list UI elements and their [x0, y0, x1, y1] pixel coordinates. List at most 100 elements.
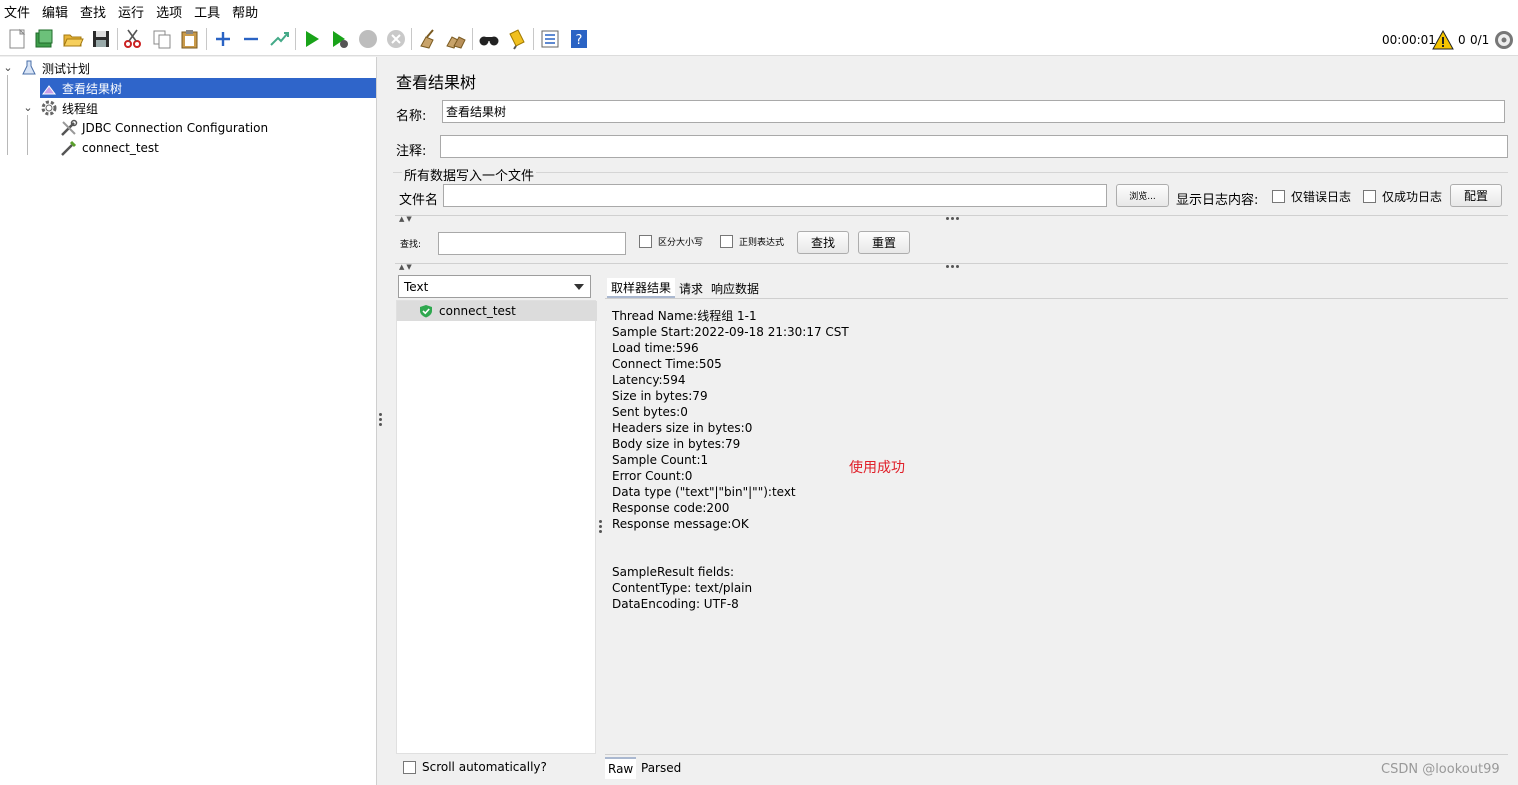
- test-plan-icon: [20, 59, 38, 77]
- warning-count: 0: [1458, 33, 1466, 47]
- menu-help[interactable]: 帮助: [232, 2, 264, 21]
- result-line: Thread Name:线程组 1-1: [612, 309, 757, 323]
- reset-button[interactable]: 重置: [858, 231, 910, 254]
- success-shield-icon: [419, 304, 433, 321]
- tree-item-jdbc-config[interactable]: JDBC Connection Configuration: [60, 118, 268, 138]
- success-annotation: 使用成功: [849, 460, 905, 476]
- render-mode-tabs: Raw Parsed: [605, 754, 1508, 785]
- tree-item-view-results-tree[interactable]: 查看结果树: [40, 78, 376, 98]
- cut-icon[interactable]: [121, 27, 145, 51]
- comment-field[interactable]: [440, 135, 1508, 158]
- templates-icon[interactable]: [32, 27, 56, 51]
- menu-run[interactable]: 运行: [118, 2, 150, 21]
- search-icon[interactable]: [477, 27, 501, 51]
- config-tools-icon: [60, 119, 78, 137]
- main-splitter[interactable]: [377, 57, 385, 785]
- result-line: Body size in bytes:79: [612, 437, 741, 451]
- tree-toggle-thread-group[interactable]: ⌄: [22, 101, 34, 114]
- copy-icon[interactable]: [150, 27, 174, 51]
- result-line: Size in bytes:79: [612, 389, 708, 403]
- expand-icon[interactable]: [211, 27, 235, 51]
- find-button[interactable]: 查找: [797, 231, 849, 254]
- case-sensitive-checkbox[interactable]: 区分大小写: [639, 235, 703, 248]
- log-content-label: 显示日志内容:: [1176, 193, 1259, 208]
- paste-icon[interactable]: [178, 27, 202, 51]
- test-plan-tree: ⌄ 测试计划 查看结果树 ⌄ 线程组 JDBC Connection Confi…: [0, 57, 377, 785]
- sample-list: connect_test: [396, 300, 597, 754]
- scroll-automatically-checkbox[interactable]: Scroll automatically?: [403, 760, 547, 774]
- results-splitter[interactable]: ▲▼: [395, 263, 1508, 271]
- comment-label: 注释:: [396, 144, 427, 159]
- warning-icon[interactable]: [1431, 28, 1455, 52]
- result-line: [605, 548, 1508, 564]
- result-line: Load time:596: [612, 341, 699, 355]
- help-icon[interactable]: ?: [567, 27, 591, 51]
- toolbar: ? 00:00:01 0 0/1: [0, 22, 1518, 56]
- tree-item-connect-test[interactable]: connect_test: [60, 138, 159, 158]
- new-icon[interactable]: [5, 27, 29, 51]
- toggle-icon[interactable]: [267, 27, 291, 51]
- results-vertical-splitter[interactable]: [596, 270, 605, 785]
- svg-text:?: ?: [576, 33, 583, 48]
- watermark: CSDN @lookout99: [1381, 762, 1500, 777]
- errors-only-checkbox[interactable]: 仅错误日志: [1272, 188, 1351, 205]
- view-results-tree-panel: 查看结果树 名称: 查看结果树 注释: 所有数据写入一个文件 文件名 浏览...…: [385, 57, 1518, 785]
- chevron-down-icon: [574, 284, 584, 290]
- function-helper-icon[interactable]: [538, 27, 562, 51]
- browse-button[interactable]: 浏览...: [1116, 184, 1169, 207]
- start-icon[interactable]: [300, 27, 324, 51]
- regex-checkbox[interactable]: 正则表达式: [720, 235, 784, 248]
- result-line: Response code:200: [612, 501, 730, 515]
- tab-response-data[interactable]: 响应数据: [707, 278, 763, 298]
- tree-item-test-plan[interactable]: 测试计划: [20, 58, 90, 78]
- result-line: Data type ("text"|"bin"|""):text: [612, 485, 796, 499]
- collapse-icon[interactable]: [239, 27, 263, 51]
- start-no-pause-icon[interactable]: [328, 27, 352, 51]
- tree-item-thread-group[interactable]: 线程组: [40, 98, 98, 118]
- menu-edit[interactable]: 编辑: [42, 2, 74, 21]
- sampler-result-text: Thread Name:线程组 1-1 Sample Start:2022-09…: [605, 299, 1508, 753]
- filename-field[interactable]: [443, 184, 1107, 207]
- filename-label: 文件名: [399, 193, 439, 208]
- result-line: [605, 532, 1508, 548]
- menu-tools[interactable]: 工具: [194, 2, 226, 21]
- shutdown-icon[interactable]: [384, 27, 408, 51]
- elapsed-time: 00:00:01: [1382, 33, 1436, 47]
- tab-parsed[interactable]: Parsed: [638, 757, 684, 779]
- result-line: Latency:594: [612, 373, 686, 387]
- result-line: Sent bytes:0: [612, 405, 688, 419]
- result-line: Sample Start:2022-09-18 21:30:17 CST: [612, 325, 849, 339]
- tab-raw[interactable]: Raw: [605, 757, 637, 779]
- result-line: Error Count:0: [612, 469, 693, 483]
- file-group-title: 所有数据写入一个文件: [402, 165, 537, 184]
- success-only-checkbox[interactable]: 仅成功日志: [1363, 188, 1442, 205]
- sample-item-connect-test[interactable]: connect_test: [397, 301, 597, 321]
- menu-bar: 文件 编辑 查找 运行 选项 工具 帮助: [0, 0, 1518, 22]
- search-label: 查找:: [400, 240, 422, 250]
- sampler-pipette-icon: [60, 139, 78, 157]
- stop-icon[interactable]: [356, 27, 380, 51]
- result-line: Sample Count:1: [612, 453, 709, 467]
- search-input[interactable]: [438, 232, 626, 255]
- menu-file[interactable]: 文件: [4, 2, 36, 21]
- tree-toggle-root[interactable]: ⌄: [2, 61, 14, 74]
- search-splitter[interactable]: ▲▼: [395, 215, 1508, 223]
- save-icon[interactable]: [89, 27, 113, 51]
- name-field[interactable]: 查看结果树: [442, 100, 1505, 123]
- listener-icon: [40, 79, 58, 97]
- result-line: ContentType: text/plain: [612, 581, 753, 595]
- result-line: DataEncoding: UTF-8: [612, 597, 739, 611]
- tab-request[interactable]: 请求: [675, 278, 707, 298]
- open-icon[interactable]: [61, 27, 85, 51]
- tab-sampler-result[interactable]: 取样器结果: [607, 278, 676, 298]
- menu-search[interactable]: 查找: [80, 2, 112, 21]
- gear-icon: [40, 99, 58, 117]
- configure-button[interactable]: 配置: [1450, 184, 1502, 207]
- reset-search-icon[interactable]: [505, 27, 529, 51]
- clear-all-icon[interactable]: [444, 27, 468, 51]
- result-tabs: 取样器结果 请求 响应数据: [607, 278, 763, 298]
- renderer-select[interactable]: Text: [398, 275, 591, 298]
- remote-status-icon: [1492, 28, 1516, 52]
- clear-icon[interactable]: [416, 27, 440, 51]
- menu-options[interactable]: 选项: [156, 2, 188, 21]
